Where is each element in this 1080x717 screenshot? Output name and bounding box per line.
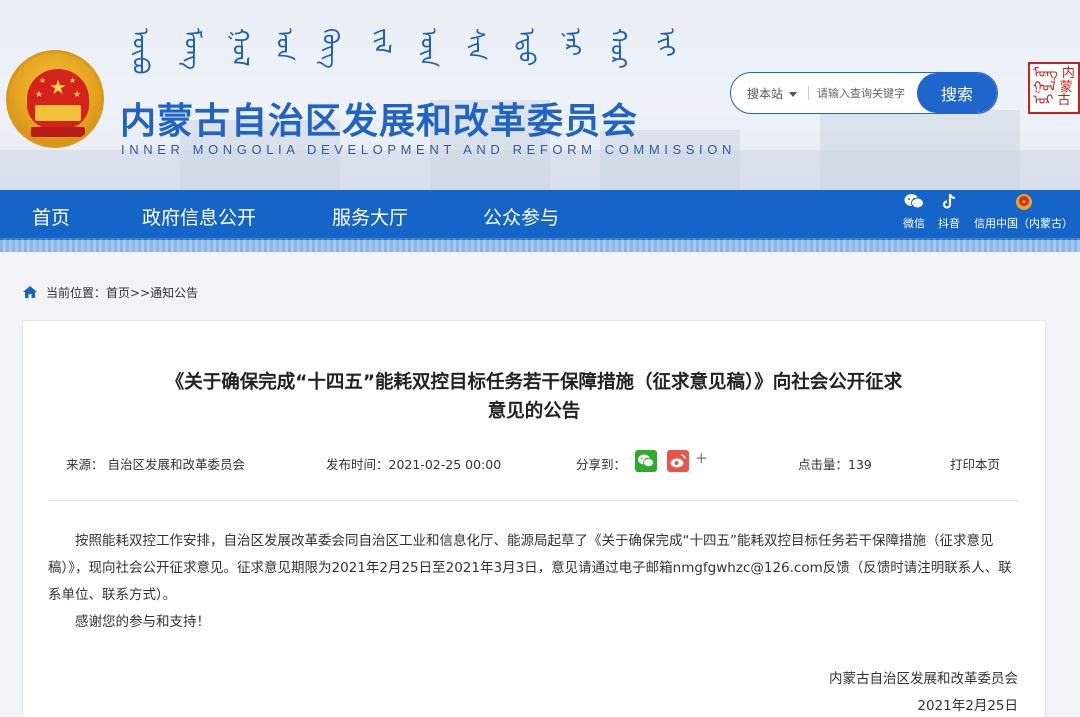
search-box: 搜本站 搜索 [730, 72, 998, 114]
search-scope-label: 搜本站 [747, 87, 784, 101]
weibo-icon [670, 454, 686, 468]
nav-decor-stripe [0, 238, 1080, 252]
breadcrumb-separator: >> [130, 286, 151, 300]
nav-item-service-hall[interactable]: 服务大厅 [332, 203, 408, 230]
share-more-button[interactable]: + [695, 449, 708, 467]
article-title: 《关于确保完成“十四五”能耗双控目标任务若干保障措施（征求意见稿）》向社会公开征… [22, 368, 1046, 426]
social-label: 抖音 [938, 217, 960, 230]
wechat-icon [638, 454, 654, 468]
douyin-icon [938, 193, 960, 211]
national-emblem-icon: ★ ★ ★ ★ ★ [6, 50, 104, 148]
breadcrumb-prefix: 当前位置： [46, 286, 107, 300]
breadcrumb-current-link[interactable]: 通知公告 [150, 286, 198, 300]
share-label: 分享到： [576, 457, 627, 472]
social-wechat[interactable]: 微信 [903, 193, 925, 231]
nav-item-home[interactable]: 首页 [32, 203, 70, 230]
article-title-line: 意见的公告 [487, 401, 581, 422]
site-subtitle: INNER MONGOLIA DEVELOPMENT AND REFORM CO… [121, 142, 736, 157]
social-label: 微信 [903, 217, 925, 230]
share-weibo-button[interactable] [667, 450, 689, 472]
article-body: 按照能耗双控工作安排，自治区发展改革委会同自治区工业和信息化厅、能源局起草了《关… [48, 528, 1020, 636]
search-scope-dropdown[interactable]: 搜本站 [747, 85, 798, 102]
divider [48, 500, 1018, 501]
view-count: 点击量：139 [798, 457, 872, 472]
emblem-icon: ★ [974, 193, 1073, 211]
article-publish-time: 发布时间：2021-02-25 00:00 [326, 457, 502, 472]
social-douyin[interactable]: 抖音 [938, 193, 960, 231]
chevron-down-icon [789, 92, 798, 97]
social-credit-china[interactable]: ★ 信用中国（内蒙古） [974, 193, 1073, 231]
nav-item-public-participation[interactable]: 公众参与 [483, 203, 559, 230]
article-source: 来源： 自治区发展和改革委员会 [66, 457, 245, 472]
share-wechat-button[interactable] [635, 450, 657, 472]
breadcrumb: 当前位置：首页>>通知公告 [22, 284, 198, 301]
search-button[interactable]: 搜索 [917, 73, 997, 113]
article-paragraph: 按照能耗双控工作安排，自治区发展改革委会同自治区工业和信息化厅、能源局起草了《关… [48, 533, 1012, 603]
home-icon [23, 286, 37, 298]
print-button[interactable]: 打印本页 [950, 454, 1000, 473]
article-title-line: 《关于确保完成“十四五”能耗双控目标任务若干保障措施（征求意见稿）》向社会公开征… [165, 372, 903, 393]
wechat-icon [903, 193, 925, 211]
site-title: 内蒙古自治区发展和改革委员会 [120, 101, 639, 142]
search-divider [808, 86, 809, 100]
signature-org: 内蒙古自治区发展和改革委员会 [829, 671, 1018, 687]
article-paragraph: 感谢您的参与和支持！ [75, 614, 210, 630]
nav-item-gov-info[interactable]: 政府信息公开 [142, 203, 256, 230]
search-input[interactable] [817, 73, 917, 113]
social-label: 信用中国（内蒙古） [974, 217, 1073, 230]
breadcrumb-home-link[interactable]: 首页 [106, 286, 130, 300]
seal-logo: ᠮᠣᠩ 内 ᠭᠣᠯ 蒙 ᠣᠷ 古 [1028, 62, 1080, 114]
svg-text:★: ★ [1021, 199, 1026, 206]
signature-date: 2021年2月25日 [917, 698, 1018, 714]
